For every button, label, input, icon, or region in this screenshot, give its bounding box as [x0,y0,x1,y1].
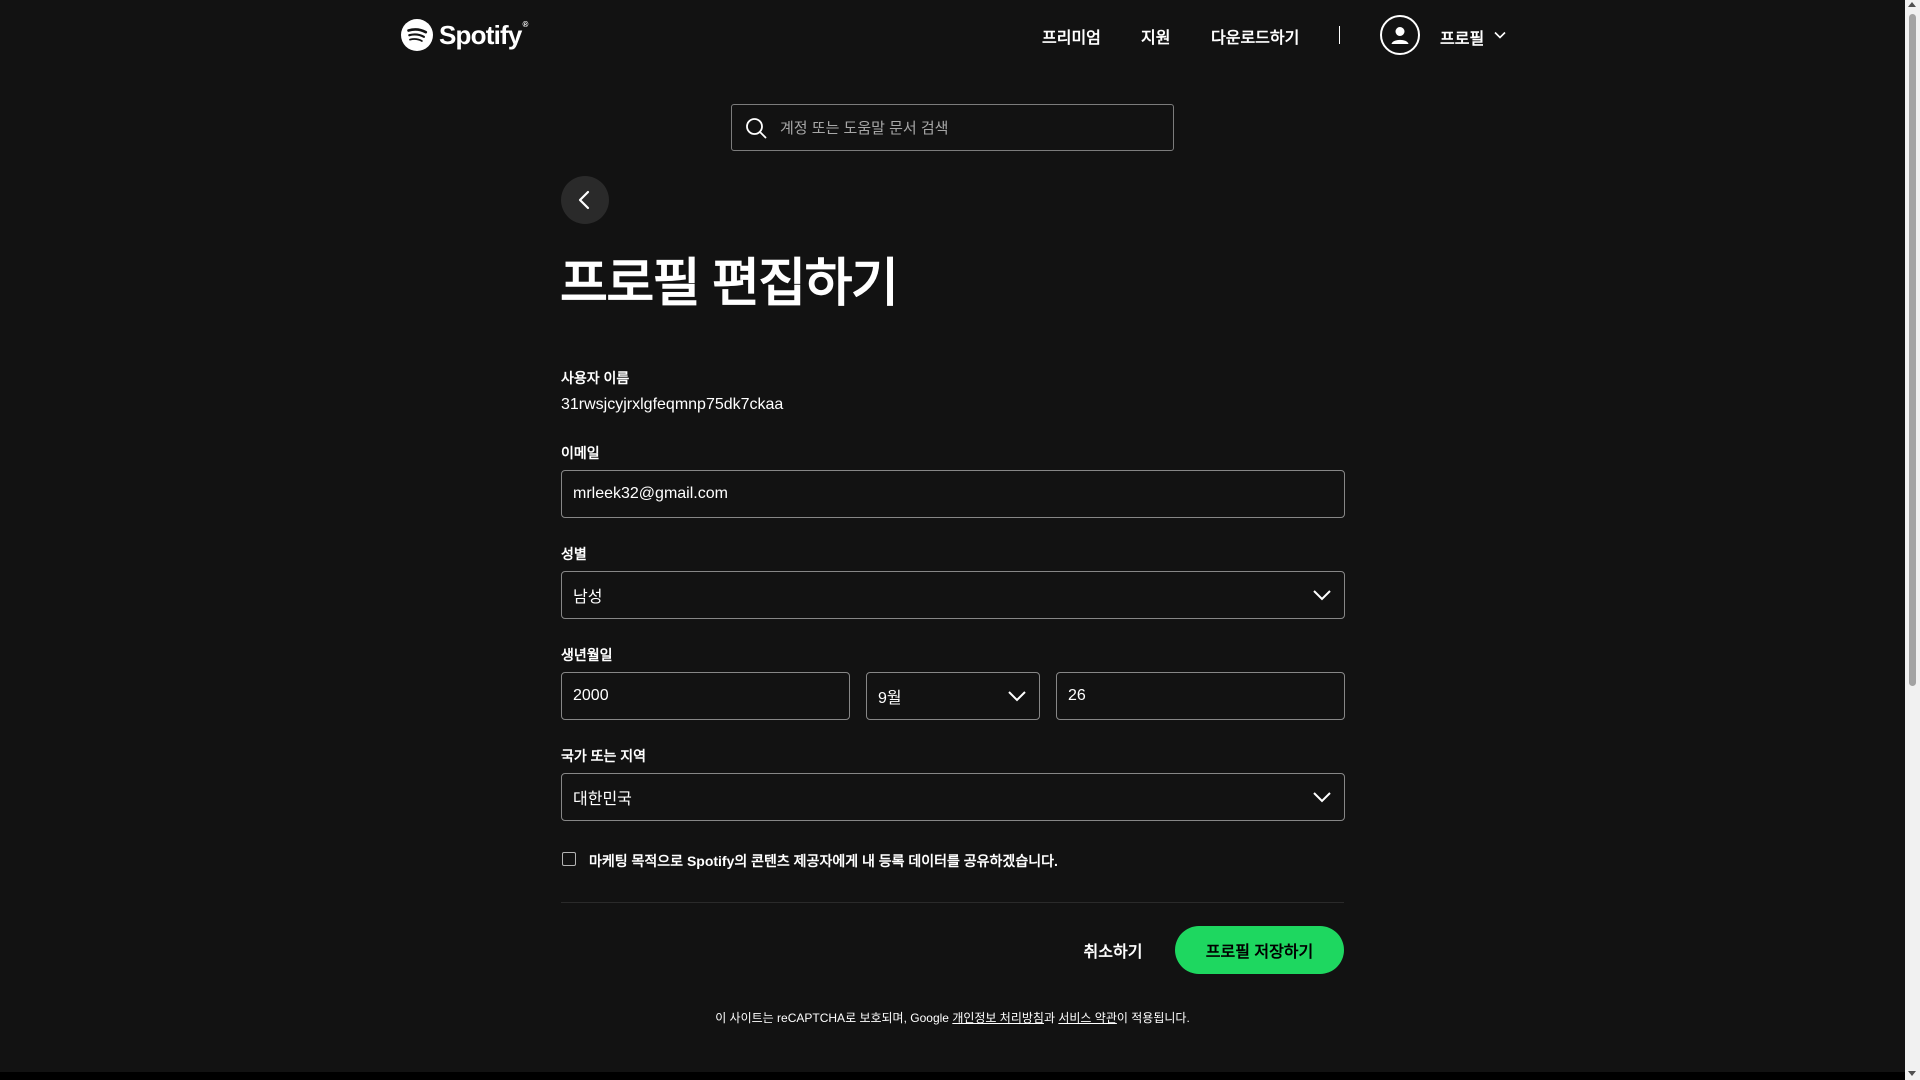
terms-of-service-link[interactable]: 서비스 약관 [1058,1011,1117,1025]
bottom-edge [0,1072,1905,1080]
privacy-policy-link[interactable]: 개인정보 처리방침 [952,1011,1044,1025]
recaptcha-notice: 이 사이트는 reCAPTCHA로 보호되며, Google 개인정보 처리방침… [0,1009,1905,1026]
search-icon [746,118,767,139]
nav-download[interactable]: 다운로드하기 [1211,24,1299,48]
gender-label: 성별 [561,546,587,562]
back-button[interactable] [561,176,609,224]
help-search [731,104,1174,152]
country-select[interactable]: 대한민국 [561,773,1345,821]
search-input[interactable] [778,105,1167,152]
nav-divider [1339,26,1340,44]
username-label: 사용자 이름 [561,370,630,386]
save-profile-button[interactable]: 프로필 저장하기 [1175,926,1344,974]
gender-selected-value: 남성 [573,589,603,606]
gender-select[interactable]: 남성 [561,571,1345,619]
scrollbar-thumb[interactable] [1909,14,1916,686]
profile-menu-label[interactable]: 프로필 [1440,25,1484,49]
spotify-logo[interactable]: Spotify® [401,19,528,51]
form-divider [561,902,1344,903]
spotify-wordmark: Spotify® [439,19,528,50]
username-value: 31rwsjcyjrxlgfeqmnp75dk7ckaa [561,396,784,413]
scroll-up-arrow-icon[interactable] [1908,2,1916,7]
marketing-checkbox-label[interactable]: 마케팅 목적으로 Spotify의 콘텐츠 제공자에게 내 등록 데이터를 공유… [589,851,1058,871]
cancel-button[interactable]: 취소하기 [1070,926,1156,974]
scroll-down-arrow-icon[interactable] [1908,1071,1916,1076]
birth-year-field[interactable] [562,673,849,719]
email-field-box [561,470,1345,518]
birth-day-box [1056,672,1345,720]
nav-support[interactable]: 지원 [1141,24,1170,48]
page-scrollbar[interactable] [1905,0,1920,1080]
email-field[interactable] [562,471,1344,517]
country-label: 국가 또는 지역 [561,748,647,764]
birth-year-box [561,672,850,720]
avatar[interactable] [1380,15,1420,55]
user-icon [1391,27,1409,44]
recaptcha-notice-middle: 과 [1043,1011,1059,1025]
recaptcha-notice-suffix: 이 적용됩니다. [1116,1011,1190,1025]
birthdate-label: 생년월일 [561,647,613,663]
chevron-left-icon [578,190,590,210]
chevron-down-icon [1313,792,1331,803]
recaptcha-notice-prefix: 이 사이트는 reCAPTCHA로 보호되며, Google [715,1011,953,1025]
chevron-down-icon [1313,590,1331,601]
top-navigation: Spotify® 프리미엄 지원 다운로드하기 프로필 [0,0,1905,72]
birth-day-field[interactable] [1057,673,1344,719]
nav-premium[interactable]: 프리미엄 [1042,24,1101,48]
birth-month-select[interactable]: 9월 [866,672,1040,720]
chevron-down-icon [1008,691,1026,702]
email-label: 이메일 [561,445,600,461]
spotify-logo-icon [401,19,433,51]
country-selected-value: 대한민국 [573,791,632,808]
marketing-checkbox[interactable] [562,852,576,866]
page-title: 프로필 편집하기 [560,255,899,313]
chevron-down-icon[interactable] [1494,31,1506,39]
